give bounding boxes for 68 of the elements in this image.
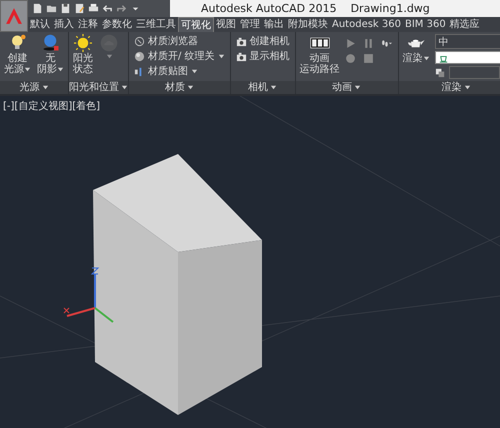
ribbon-tab[interactable]: 附加模块 xyxy=(286,17,330,32)
camera-icon xyxy=(236,36,247,46)
render-preset-dropdown[interactable]: 中 xyxy=(434,34,500,49)
caret-icon xyxy=(186,84,194,91)
caret-icon xyxy=(121,84,128,91)
pause-icon[interactable] xyxy=(362,38,374,49)
record-icon[interactable] xyxy=(344,53,356,64)
ribbon-tab[interactable]: 默认 xyxy=(28,17,52,32)
window-title: Autodesk AutoCAD 2015 Drawing1.dwg xyxy=(201,2,430,15)
caret-icon xyxy=(422,55,430,62)
material-browser-icon xyxy=(134,36,145,46)
ribbon-tab[interactable]: 输出 xyxy=(262,17,286,32)
ribbon-tab[interactable]: 视图 xyxy=(214,17,238,32)
ribbon-button[interactable]: 材质贴图 xyxy=(132,64,227,78)
ribbon-button[interactable]: 阳光 状态 xyxy=(72,34,94,79)
ribbon-tab[interactable]: 管理 xyxy=(238,17,262,32)
panel-title[interactable]: 光源 xyxy=(0,81,68,94)
caret-icon xyxy=(24,66,31,73)
caret-icon xyxy=(218,52,225,60)
caret-icon xyxy=(354,84,362,91)
caret-icon xyxy=(57,66,64,73)
panel-title[interactable]: 渲染 xyxy=(398,81,500,94)
autocad-logo-icon xyxy=(5,7,23,25)
ribbon-tab[interactable]: 三维工具 xyxy=(134,17,178,32)
ucs-axis-icon xyxy=(64,268,114,323)
ribbon-button[interactable]: 无 阴影 xyxy=(36,34,65,79)
ribbon-tab[interactable]: 可视化 xyxy=(178,17,214,32)
material-ball-icon xyxy=(134,50,145,62)
caret-icon xyxy=(42,84,48,91)
caret-icon xyxy=(464,84,471,91)
save-as-icon[interactable] xyxy=(74,3,85,14)
new-file-icon[interactable] xyxy=(32,3,43,14)
camera-icon xyxy=(236,50,247,62)
ribbon-tab[interactable]: 参数化 xyxy=(100,17,134,32)
ribbon-button[interactable]: 创建 光源 xyxy=(3,34,32,79)
ribbon-button[interactable]: 渲染 xyxy=(402,34,431,79)
render-size-field[interactable] xyxy=(448,66,500,79)
drawing-viewport[interactable]: [-][自定义视图][着色] xyxy=(0,96,500,428)
ribbon-tab[interactable]: 插入 xyxy=(52,17,76,32)
ribbon-button[interactable]: 动画 运动路径 xyxy=(298,34,341,79)
ribbon-button[interactable]: 材质浏览器 xyxy=(132,34,227,48)
panel-title[interactable]: 阳光和位置 xyxy=(69,81,128,94)
render-output-field[interactable] xyxy=(434,51,500,64)
redo-icon[interactable] xyxy=(116,3,127,14)
panel-title[interactable]: 材质 xyxy=(129,81,230,94)
print-icon[interactable] xyxy=(88,3,99,14)
play-icon[interactable] xyxy=(344,38,356,49)
ribbon-tab[interactable]: Autodesk 360 xyxy=(330,17,403,32)
save-icon[interactable] xyxy=(60,3,71,14)
undo-icon[interactable] xyxy=(102,3,113,14)
sky-icon xyxy=(99,34,119,52)
stop-icon[interactable] xyxy=(362,53,374,64)
footprints-icon[interactable] xyxy=(380,38,392,49)
sphere-shadow-icon xyxy=(40,34,60,52)
render-region-icon[interactable] xyxy=(434,67,446,78)
ribbon-tab[interactable]: BIM 360 xyxy=(402,17,448,32)
viewport-controls[interactable]: [-][自定义视图][着色] xyxy=(3,99,100,113)
sun-icon xyxy=(73,34,93,52)
ribbon-tab[interactable]: 注释 xyxy=(76,17,100,32)
caret-icon xyxy=(191,68,198,74)
caret-icon xyxy=(270,84,278,91)
panel-title[interactable]: 相机 xyxy=(230,81,295,94)
ribbon-button[interactable]: 创建相机 xyxy=(234,34,292,48)
panel-title[interactable]: 动画 xyxy=(296,81,398,94)
ribbon-tab[interactable]: 精选应 xyxy=(448,17,482,32)
folder-icon[interactable] xyxy=(46,3,57,14)
ribbon-button[interactable]: 显示相机 xyxy=(234,49,292,63)
ribbon-button[interactable]: 材质开/ 纹理关 xyxy=(132,49,227,63)
